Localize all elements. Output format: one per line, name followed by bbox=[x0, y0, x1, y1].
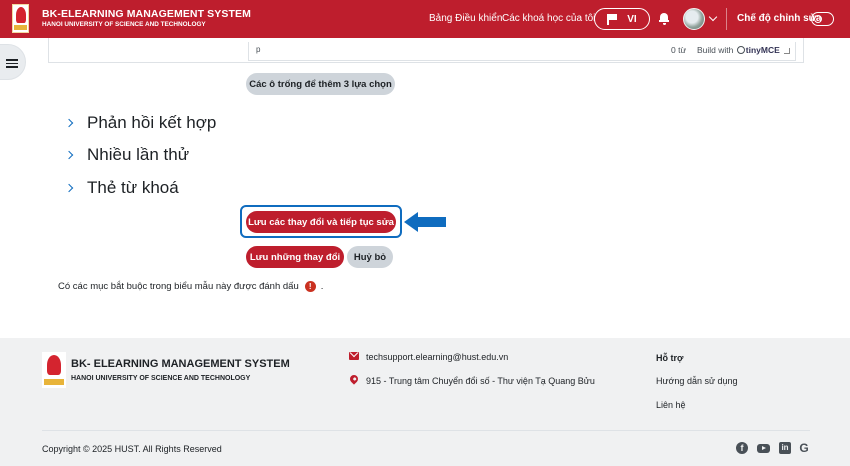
tinymce-logo-icon bbox=[736, 46, 745, 54]
university-logo[interactable] bbox=[12, 4, 29, 33]
section-title: Nhiều lần thử bbox=[87, 145, 190, 164]
chevron-right-icon bbox=[64, 183, 74, 193]
mail-icon bbox=[349, 352, 359, 360]
address-text: 915 - Trung tâm Chuyển đổi số - Thư viện… bbox=[366, 376, 595, 386]
required-note-text: Có các mục bắt buộc trong biểu mẫu này đ… bbox=[58, 281, 299, 292]
section-title: Thẻ từ khoá bbox=[87, 178, 179, 197]
brand-title[interactable]: BK-ELEARNING MANAGEMENT SYSTEM bbox=[42, 8, 251, 20]
google-icon[interactable]: G bbox=[798, 442, 810, 454]
language-label: VI bbox=[627, 13, 637, 25]
nav-link-dashboard[interactable]: Bảng Điều khiển bbox=[429, 13, 502, 24]
logo-strip bbox=[14, 25, 27, 30]
contact-link[interactable]: Liên hệ bbox=[656, 400, 686, 410]
facebook-icon[interactable]: f bbox=[736, 442, 748, 454]
built-with-label: Build with bbox=[697, 45, 734, 55]
chevron-right-icon bbox=[64, 118, 74, 128]
section-tags[interactable]: Thẻ từ khoá bbox=[64, 177, 179, 199]
brand-subtitle: HANOI UNIVERSITY OF SCIENCE AND TECHNOLO… bbox=[42, 21, 206, 28]
toggle-knob bbox=[814, 14, 822, 23]
section-multiple-tries[interactable]: Nhiều lần thử bbox=[64, 144, 190, 166]
section-combined-feedback[interactable]: Phản hồi kết hợp bbox=[64, 112, 217, 134]
resize-handle-icon[interactable] bbox=[784, 48, 790, 54]
add-blanks-button[interactable]: Các ô trống để thêm 3 lựa chọn bbox=[246, 73, 395, 95]
footer-divider bbox=[42, 430, 810, 431]
flag-icon bbox=[607, 13, 617, 25]
top-navbar: BK-ELEARNING MANAGEMENT SYSTEM HANOI UNI… bbox=[0, 0, 850, 38]
copyright-text: Copyright © 2025 HUST. All Rights Reserv… bbox=[42, 444, 222, 454]
course-index-drawer-button[interactable] bbox=[0, 44, 26, 80]
chevron-down-icon[interactable] bbox=[708, 12, 718, 22]
editor-branding[interactable]: Build with tinyMCE bbox=[697, 45, 780, 55]
required-note-suffix: . bbox=[320, 281, 324, 292]
user-avatar[interactable] bbox=[683, 8, 705, 30]
save-changes-button[interactable]: Lưu những thay đổi bbox=[246, 246, 344, 268]
user-guide-link[interactable]: Hướng dẫn sử dụng bbox=[656, 376, 738, 386]
notification-bell-icon[interactable] bbox=[659, 13, 669, 25]
required-fields-note: Có các mục bắt buộc trong biểu mẫu này đ… bbox=[58, 281, 323, 292]
footer-brand-title: BK- ELEARNING MANAGEMENT SYSTEM bbox=[71, 358, 290, 370]
pointer-arrow-icon bbox=[404, 212, 446, 232]
page-footer: BK- ELEARNING MANAGEMENT SYSTEM HANOI UN… bbox=[0, 338, 850, 466]
linkedin-icon[interactable]: in bbox=[779, 442, 791, 454]
editor-element-path[interactable]: p bbox=[256, 45, 260, 54]
save-and-continue-button[interactable]: Lưu các thay đổi và tiếp tục sửa bbox=[246, 211, 396, 233]
footer-logo[interactable] bbox=[42, 352, 66, 388]
support-heading: Hỗ trợ bbox=[656, 353, 684, 363]
chevron-right-icon bbox=[64, 150, 74, 160]
support-email-link[interactable]: techsupport.elearning@hust.edu.vn bbox=[366, 352, 508, 362]
map-pin-icon bbox=[348, 373, 360, 385]
navbar-divider bbox=[726, 8, 727, 30]
footer-brand-subtitle: HANOI UNIVERSITY OF SCIENCE AND TECHNOLO… bbox=[71, 375, 251, 382]
edit-mode-toggle[interactable] bbox=[811, 12, 834, 26]
youtube-icon[interactable] bbox=[757, 444, 770, 453]
edit-mode-label: Chế độ chỉnh sửa bbox=[737, 13, 822, 24]
required-icon: ! bbox=[304, 281, 316, 292]
language-button[interactable]: VI bbox=[594, 8, 650, 30]
tinymce-label: tinyMCE bbox=[745, 45, 780, 55]
nav-link-my-courses[interactable]: Các khoá học của tôi bbox=[502, 13, 595, 24]
logo-flame bbox=[16, 7, 26, 23]
editor-statusbar: p 0 từ Build with tinyMCE bbox=[248, 42, 796, 61]
editor-word-count[interactable]: 0 từ bbox=[671, 45, 686, 55]
section-title: Phản hồi kết hợp bbox=[87, 113, 217, 132]
cancel-button[interactable]: Huỷ bỏ bbox=[347, 246, 393, 268]
